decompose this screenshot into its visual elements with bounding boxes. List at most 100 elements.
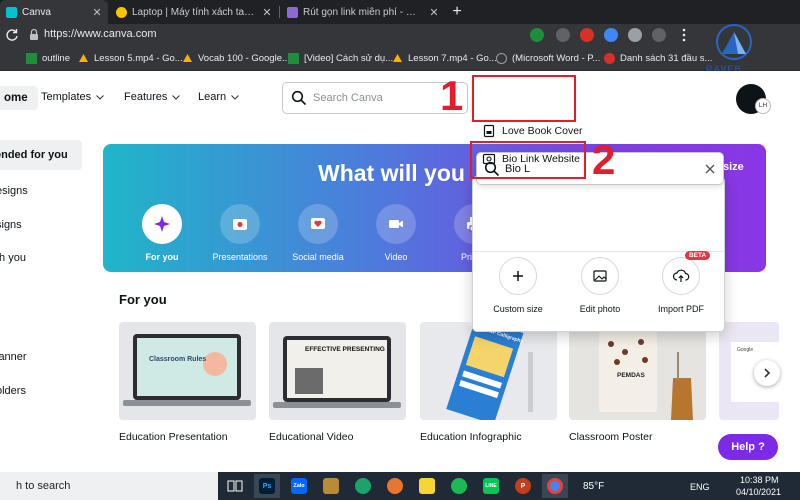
template-card-education-presentation[interactable]: Classroom Rules bbox=[119, 322, 256, 420]
category-presentations[interactable]: Presentations bbox=[200, 204, 280, 262]
sidebar-item-shared-with-you[interactable]: th you bbox=[0, 252, 26, 264]
bookmark-item[interactable]: Lesson 5.mp4 - Go... bbox=[78, 50, 183, 66]
globe-icon bbox=[496, 52, 507, 64]
app-label: LINE bbox=[483, 478, 499, 494]
nav-templates[interactable]: Templates bbox=[41, 91, 104, 103]
category-social-media[interactable]: Social media bbox=[278, 204, 358, 262]
bookmark-item[interactable]: (Microsoft Word - P... bbox=[496, 50, 600, 66]
action-edit-photo[interactable]: Edit photo bbox=[565, 257, 635, 314]
custom-size-button[interactable]: size bbox=[723, 161, 744, 173]
clock-date[interactable]: 04/10/2021 bbox=[736, 487, 781, 497]
clock-time[interactable]: 10:38 PM bbox=[740, 475, 779, 485]
nav-learn[interactable]: Learn bbox=[198, 91, 239, 103]
card-label[interactable]: Classroom Poster bbox=[569, 431, 652, 443]
category-label: Presentations bbox=[212, 252, 268, 262]
card-label[interactable]: Education Infographic bbox=[420, 431, 522, 443]
extension-icon[interactable] bbox=[556, 28, 570, 42]
action-custom-size[interactable]: Custom size bbox=[483, 257, 553, 314]
canva-page: ome Templates Features Learn Search Canv… bbox=[0, 71, 800, 465]
menu-dots-icon[interactable] bbox=[676, 27, 692, 43]
bookmark-label: (Microsoft Word - P... bbox=[512, 52, 601, 64]
clear-icon[interactable] bbox=[703, 162, 717, 176]
powerpoint-icon[interactable]: P bbox=[510, 474, 536, 498]
tab-divider bbox=[279, 6, 280, 18]
app-label: P bbox=[515, 478, 531, 494]
chevron-down-icon bbox=[96, 94, 104, 100]
template-card-educational-video[interactable]: EFFECTIVE PRESENTING bbox=[269, 322, 406, 420]
avatar-initials: LH bbox=[755, 98, 771, 114]
suggestion-love-book-cover[interactable]: Love Book Cover bbox=[482, 122, 583, 140]
close-icon[interactable]: ✕ bbox=[262, 6, 272, 19]
red-circle-icon bbox=[604, 52, 615, 64]
chevron-down-icon bbox=[231, 94, 239, 100]
bookmark-item[interactable]: outline bbox=[26, 50, 70, 66]
card-label[interactable]: Education Presentation bbox=[119, 431, 228, 443]
new-tab-button[interactable]: + bbox=[448, 2, 466, 22]
tab-canva[interactable]: Canva ✕ bbox=[0, 0, 108, 24]
lock-icon[interactable] bbox=[26, 27, 42, 43]
extension-icon[interactable] bbox=[604, 28, 618, 42]
bookmark-item[interactable]: Vocab 100 - Google... bbox=[182, 50, 290, 66]
sidebar-item-recommended[interactable]: ended for you bbox=[0, 140, 82, 170]
zalo-icon[interactable]: Zalo bbox=[286, 474, 312, 498]
help-button[interactable]: Help ? bbox=[718, 434, 778, 460]
card-label[interactable]: Educational Video bbox=[269, 431, 353, 443]
category-video[interactable]: Video bbox=[356, 204, 436, 262]
tab-link-shortener[interactable]: Rút gọn link miễn phí - Web rút ✕ bbox=[281, 0, 445, 24]
card-thumb-text: Google bbox=[737, 347, 754, 353]
close-icon[interactable]: ✕ bbox=[92, 6, 102, 19]
close-icon[interactable]: ✕ bbox=[429, 6, 439, 19]
nav-label: Features bbox=[124, 91, 168, 103]
chrome-alt-icon[interactable] bbox=[382, 474, 408, 498]
carousel-next-button[interactable] bbox=[754, 360, 780, 386]
drive-icon bbox=[182, 53, 193, 64]
spotify-icon[interactable] bbox=[446, 474, 472, 498]
tab-title: Canva bbox=[22, 6, 51, 18]
photo-edit-icon bbox=[581, 257, 619, 295]
bookmark-item[interactable]: [Video] Cách sử dụ... bbox=[288, 50, 393, 66]
sidebar-item-designs[interactable]: esigns bbox=[0, 185, 28, 197]
photoshop-icon[interactable]: Ps bbox=[254, 474, 280, 498]
mail-icon[interactable] bbox=[318, 474, 344, 498]
heart-icon bbox=[298, 204, 338, 244]
template-card-classroom-poster[interactable]: PEMDAS bbox=[569, 322, 706, 420]
edge-icon[interactable] bbox=[350, 474, 376, 498]
nav-home[interactable]: ome bbox=[0, 86, 38, 110]
url-text[interactable]: https://www.canva.com bbox=[44, 28, 157, 40]
bookmark-label: [Video] Cách sử dụ... bbox=[304, 52, 394, 64]
bookmark-item[interactable]: Lesson 7.mp4 - Go... bbox=[392, 50, 497, 66]
search-placeholder: Search Canva bbox=[313, 92, 383, 104]
sidebar-item-shared-designs[interactable]: signs bbox=[0, 219, 22, 231]
chevron-down-icon bbox=[172, 94, 181, 100]
weather-text[interactable]: 85°F bbox=[583, 481, 604, 492]
notes-icon[interactable] bbox=[414, 474, 440, 498]
cloud-upload-icon: BETA bbox=[662, 251, 711, 295]
action-import-pdf[interactable]: BETA Import PDF bbox=[646, 251, 716, 314]
template-card-education-infographic[interactable]: THE ART OF Calligraphy bbox=[420, 322, 557, 420]
language-indicator[interactable]: ENG bbox=[690, 482, 710, 492]
windows-taskbar: h to search Ps Zalo LINE P 85°F ENG 10:3… bbox=[0, 472, 800, 500]
nav-features[interactable]: Features bbox=[124, 91, 181, 103]
puzzle-icon[interactable] bbox=[628, 28, 642, 42]
nav-label: Templates bbox=[41, 91, 92, 103]
refresh-icon[interactable] bbox=[4, 27, 20, 43]
category-for-you[interactable]: For you bbox=[122, 204, 202, 262]
bookmark-item[interactable]: Danh sách 31 đầu s... bbox=[604, 50, 712, 66]
tab-laptop[interactable]: Laptop | Máy tính xách tay mua ✕ bbox=[110, 0, 278, 24]
line-icon[interactable]: LINE bbox=[478, 474, 504, 498]
card-thumb-text: EFFECTIVE PRESENTING bbox=[305, 346, 385, 353]
site-favicon-icon bbox=[116, 6, 127, 18]
extension-icon[interactable] bbox=[580, 28, 594, 42]
grammarly-icon[interactable] bbox=[530, 28, 544, 42]
task-view-icon[interactable] bbox=[222, 474, 248, 498]
annotation-box-suggestion bbox=[470, 141, 586, 179]
tab-title: Rút gọn link miễn phí - Web rút bbox=[303, 6, 425, 18]
bookmark-label: Lesson 5.mp4 - Go... bbox=[94, 52, 183, 64]
profile-icon[interactable] bbox=[652, 28, 666, 42]
taskbar-search-box[interactable]: h to search bbox=[0, 472, 218, 500]
sidebar-item-folders[interactable]: olders bbox=[0, 385, 26, 397]
sidebar-item-planner[interactable]: lanner bbox=[0, 351, 27, 363]
book-icon bbox=[482, 124, 496, 138]
chrome-icon[interactable] bbox=[542, 474, 568, 498]
taskbar-search-text: h to search bbox=[16, 480, 71, 492]
